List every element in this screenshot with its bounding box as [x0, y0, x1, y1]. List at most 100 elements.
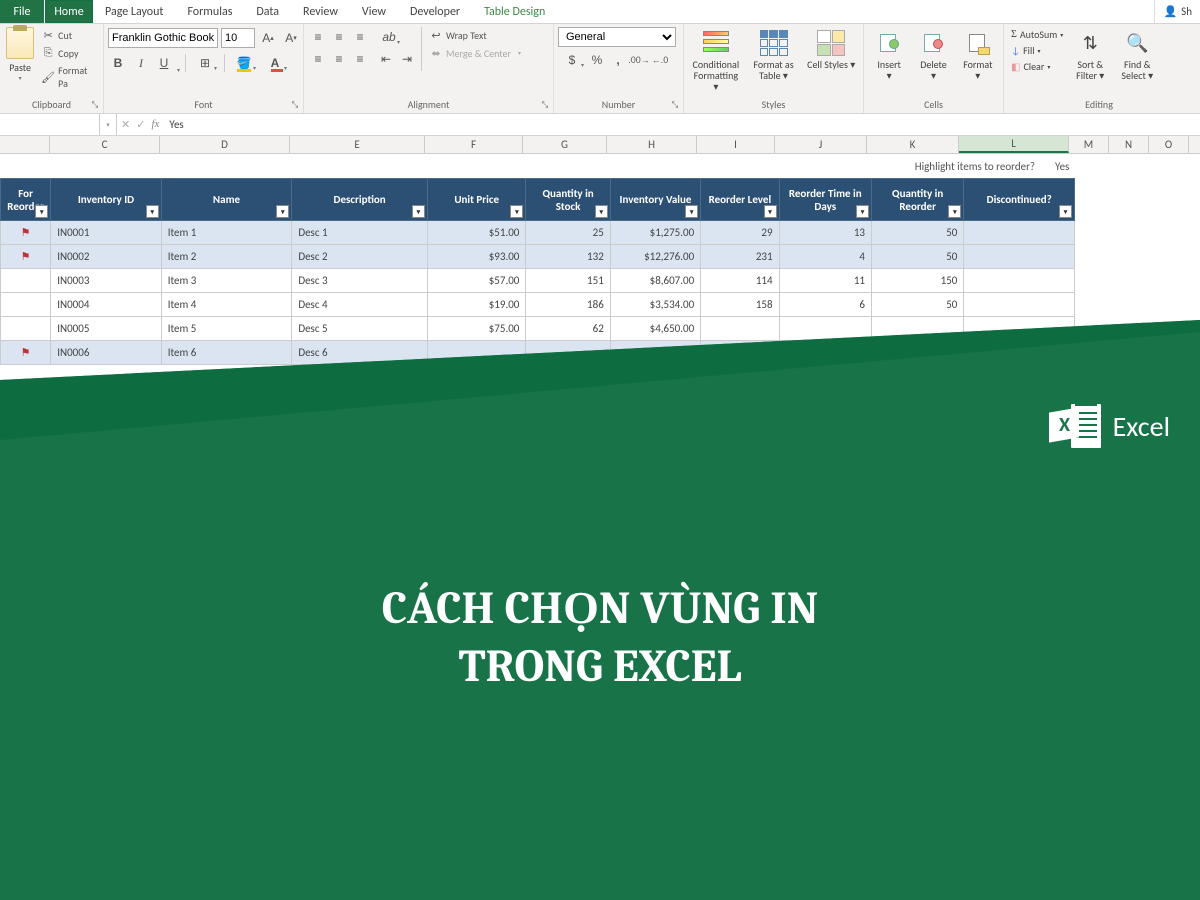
cell[interactable]: 114 [701, 269, 779, 293]
align-center-button[interactable]: ≡ [329, 49, 349, 69]
col-header-M[interactable]: M [1069, 136, 1109, 153]
align-left-button[interactable]: ≡ [308, 49, 328, 69]
cell[interactable]: $8,607.00 [610, 269, 700, 293]
cell[interactable]: Desc 4 [292, 293, 428, 317]
tab-home[interactable]: Home [45, 0, 93, 23]
cell[interactable]: $1,275.00 [610, 221, 700, 245]
decrease-decimal-button[interactable]: ←.0 [650, 50, 670, 70]
align-bottom-button[interactable]: ≡ [350, 27, 370, 47]
increase-decimal-button[interactable]: .00→ [629, 50, 649, 70]
col-header-L[interactable]: L [959, 136, 1069, 153]
accounting-button[interactable]: $ [558, 50, 586, 70]
copy-button[interactable]: ⎘Copy [38, 45, 99, 61]
col-header-H[interactable]: H [607, 136, 697, 153]
format-painter-button[interactable]: 🖌Format Pa [38, 63, 99, 91]
cell[interactable]: ⚑ [1, 341, 51, 365]
font-color-button[interactable]: A [261, 53, 289, 73]
bold-button[interactable]: B [108, 53, 128, 73]
clear-button[interactable]: ◧Clear▾ [1008, 59, 1066, 74]
cell[interactable]: 231 [701, 245, 779, 269]
cell[interactable]: $51.00 [427, 221, 525, 245]
align-middle-button[interactable]: ≡ [329, 27, 349, 47]
filter-button[interactable]: ▾ [35, 205, 48, 218]
font-launcher[interactable]: ⤡ [289, 99, 301, 111]
cell[interactable] [779, 317, 871, 341]
col-header-K[interactable]: K [867, 136, 959, 153]
table-row[interactable]: ⚑IN0006Item 6Desc 6 [1, 341, 1075, 365]
cell[interactable]: IN0003 [51, 269, 162, 293]
borders-button[interactable]: ⊞ [191, 53, 219, 73]
cell[interactable]: $93.00 [427, 245, 525, 269]
tab-review[interactable]: Review [291, 0, 350, 23]
cell[interactable]: 25 [526, 221, 610, 245]
tab-table-design[interactable]: Table Design [472, 0, 557, 23]
format-button[interactable]: Format▾ [957, 27, 999, 83]
col-header-J[interactable]: J [775, 136, 867, 153]
format-as-table-button[interactable]: Format as Table ▾ [746, 27, 802, 83]
cell[interactable]: ⚑ [1, 245, 51, 269]
alignment-launcher[interactable]: ⤡ [539, 99, 551, 111]
col-header-N[interactable]: N [1109, 136, 1149, 153]
table-row[interactable]: IN0005Item 5Desc 5$75.0062$4,650.00 [1, 317, 1075, 341]
cell[interactable]: Desc 3 [292, 269, 428, 293]
cell[interactable] [964, 317, 1075, 341]
number-launcher[interactable]: ⤡ [669, 99, 681, 111]
formula-input[interactable]: Yes [163, 118, 1200, 131]
cell[interactable]: Item 2 [161, 245, 292, 269]
filter-button[interactable]: ▾ [1059, 205, 1072, 218]
cell[interactable] [871, 341, 963, 365]
fill-button[interactable]: ↓Fill▾ [1008, 43, 1066, 58]
select-all-corner[interactable] [0, 136, 50, 153]
cell[interactable]: IN0005 [51, 317, 162, 341]
cell[interactable]: 29 [701, 221, 779, 245]
cell[interactable]: IN0001 [51, 221, 162, 245]
table-row[interactable]: ⚑IN0001Item 1Desc 1$51.0025$1,275.002913… [1, 221, 1075, 245]
autosum-button[interactable]: ΣAutoSum▾ [1008, 27, 1066, 42]
font-name-select[interactable] [108, 28, 218, 48]
cell[interactable]: 151 [526, 269, 610, 293]
conditional-formatting-button[interactable]: Conditional Formatting ▾ [688, 27, 744, 94]
cell[interactable]: 50 [871, 221, 963, 245]
cell[interactable]: 186 [526, 293, 610, 317]
cell[interactable]: Item 3 [161, 269, 292, 293]
tab-page-layout[interactable]: Page Layout [93, 0, 175, 23]
col-header-E[interactable]: E [290, 136, 425, 153]
name-box-dropdown[interactable]: ▾ [100, 114, 117, 135]
col-header-G[interactable]: G [523, 136, 607, 153]
filter-button[interactable]: ▾ [146, 205, 159, 218]
cell[interactable]: 62 [526, 317, 610, 341]
filter-button[interactable]: ▾ [856, 205, 869, 218]
underline-button[interactable]: U [154, 53, 174, 73]
cell[interactable] [964, 245, 1075, 269]
cell[interactable] [526, 341, 610, 365]
cell[interactable] [427, 341, 525, 365]
cell[interactable]: $4,650.00 [610, 317, 700, 341]
tab-formulas[interactable]: Formulas [175, 0, 244, 23]
name-box[interactable] [0, 114, 100, 135]
tab-view[interactable]: View [350, 0, 398, 23]
enter-icon[interactable]: ✓ [136, 118, 145, 131]
align-right-button[interactable]: ≡ [350, 49, 370, 69]
cell[interactable]: Desc 1 [292, 221, 428, 245]
cell[interactable]: 150 [871, 269, 963, 293]
cell[interactable]: 11 [779, 269, 871, 293]
table-row[interactable]: ⚑IN0002Item 2Desc 2$93.00132$12,276.0023… [1, 245, 1075, 269]
col-header-O[interactable]: O [1149, 136, 1189, 153]
tab-data[interactable]: Data [244, 0, 291, 23]
cell[interactable]: Item 1 [161, 221, 292, 245]
filter-button[interactable]: ▾ [764, 205, 777, 218]
cell[interactable] [871, 317, 963, 341]
col-header-F[interactable]: F [425, 136, 523, 153]
percent-button[interactable]: % [587, 50, 607, 70]
highlight-prompt-value[interactable]: Yes [1055, 160, 1105, 173]
cell[interactable]: $3,534.00 [610, 293, 700, 317]
cancel-icon[interactable]: ✕ [121, 118, 130, 131]
increase-font-button[interactable]: A▴ [258, 28, 278, 48]
paste-button[interactable]: Paste ▾ [4, 27, 36, 82]
cut-button[interactable]: ✂Cut [38, 27, 99, 43]
cell[interactable]: 158 [701, 293, 779, 317]
filter-button[interactable]: ▾ [412, 205, 425, 218]
cell[interactable]: Item 6 [161, 341, 292, 365]
cell[interactable]: 50 [871, 293, 963, 317]
align-top-button[interactable]: ≡ [308, 27, 328, 47]
